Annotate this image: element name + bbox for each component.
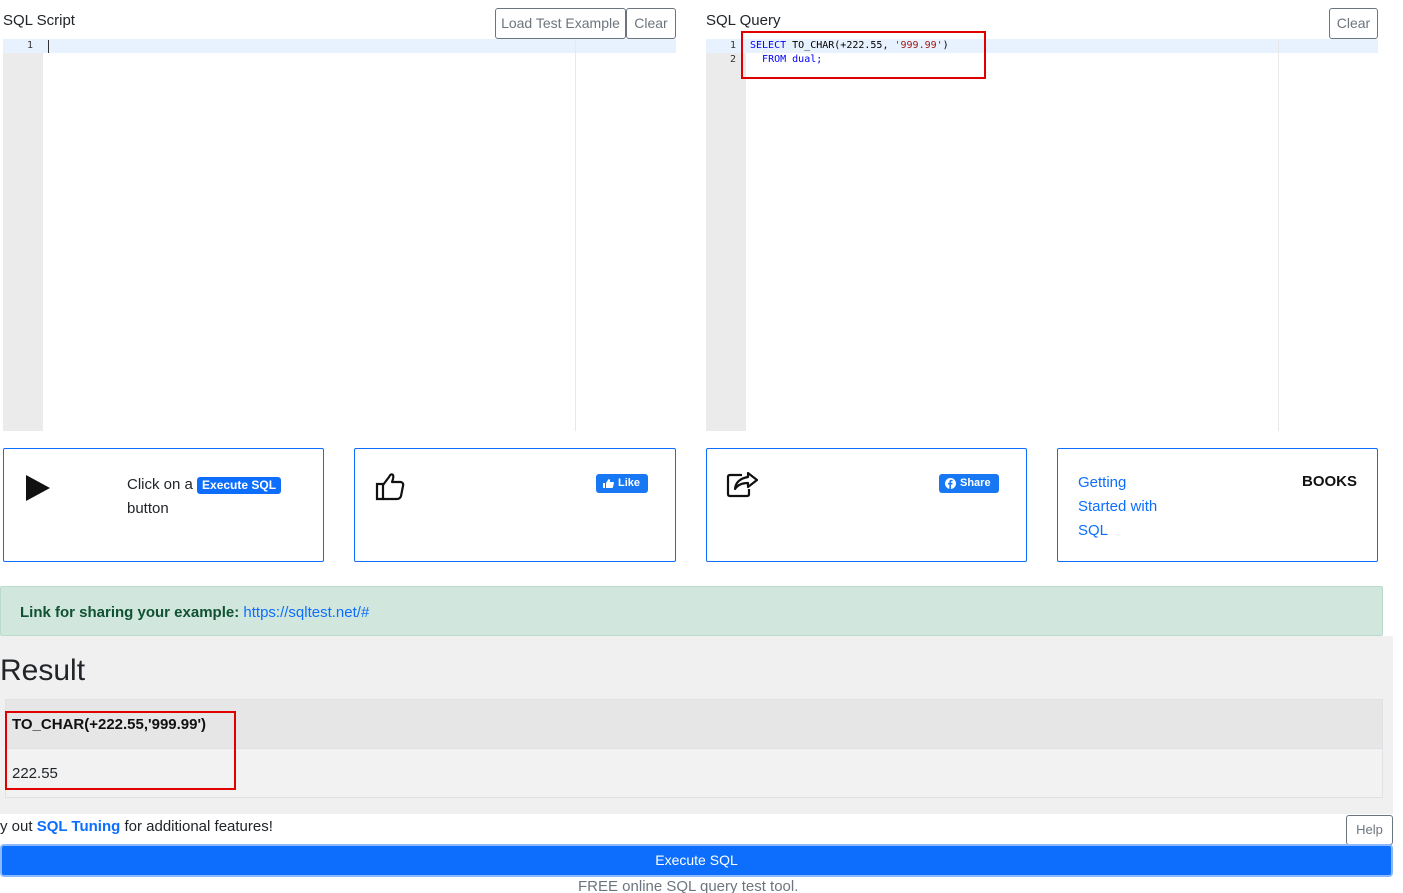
query-clear-button[interactable]: Clear xyxy=(1329,8,1378,39)
execute-info-after: button xyxy=(127,500,169,517)
share-link-content: Link for sharing your example: https://s… xyxy=(20,604,369,621)
query-line-number: 2 xyxy=(729,54,736,65)
execute-info-before: Click on a xyxy=(127,476,193,493)
like-label: Like xyxy=(618,477,641,489)
share-link-bar: Link for sharing your example: https://s… xyxy=(0,586,1383,636)
facebook-share-button[interactable]: Share xyxy=(939,474,999,493)
execute-info-text: Click on a Execute SQL button xyxy=(127,473,297,521)
promo-text: y out SQL Tuning for additional features… xyxy=(0,818,273,835)
books-label: BOOKS xyxy=(1301,473,1357,490)
query-print-margin xyxy=(1278,39,1279,431)
footer-text: FREE online SQL query test tool. xyxy=(578,878,799,893)
facebook-icon xyxy=(945,478,956,489)
script-gutter xyxy=(3,39,43,431)
script-line-number: 1 xyxy=(26,40,33,51)
getting-started-link[interactable]: Getting Started with SQL xyxy=(1078,471,1178,543)
books-card: Getting Started with SQL BOOKS xyxy=(1057,448,1378,562)
share-card: Share xyxy=(706,448,1027,562)
sql-tuning-link[interactable]: SQL Tuning xyxy=(37,818,121,835)
execute-info-card: Click on a Execute SQL button xyxy=(3,448,324,562)
execute-sql-badge: Execute SQL xyxy=(197,477,282,494)
play-icon xyxy=(26,475,50,501)
query-highlight-box xyxy=(741,31,986,79)
script-clear-button[interactable]: Clear xyxy=(626,8,676,39)
share-link-url[interactable]: https://sqltest.net/# xyxy=(243,604,369,621)
text-cursor xyxy=(48,40,49,53)
sql-query-editor[interactable]: 1 2 SELECT TO_CHAR(+222.55, '999.99') FR… xyxy=(706,39,1378,431)
result-highlight-box xyxy=(5,711,236,790)
like-card: Like xyxy=(354,448,676,562)
help-button[interactable]: Help xyxy=(1346,815,1393,845)
share-label: Share xyxy=(960,477,991,489)
result-heading: Result xyxy=(0,654,86,687)
query-line-number: 1 xyxy=(729,40,736,51)
sql-script-editor[interactable]: 1 xyxy=(3,39,676,431)
load-test-example-button[interactable]: Load Test Example xyxy=(495,8,626,39)
promo-after: for additional features! xyxy=(120,818,273,835)
execute-sql-button[interactable]: Execute SQL xyxy=(0,844,1393,877)
share-arrow-icon xyxy=(726,471,759,498)
share-link-label: Link for sharing your example: xyxy=(20,604,240,621)
facebook-like-button[interactable]: Like xyxy=(596,474,649,493)
thumbs-up-small-icon xyxy=(603,479,614,488)
query-gutter xyxy=(706,39,746,431)
sql-script-title: SQL Script xyxy=(3,12,75,29)
sql-query-title: SQL Query xyxy=(706,12,781,29)
promo-before: y out xyxy=(0,818,37,835)
script-print-margin xyxy=(575,39,576,431)
thumbs-up-icon xyxy=(375,473,405,501)
